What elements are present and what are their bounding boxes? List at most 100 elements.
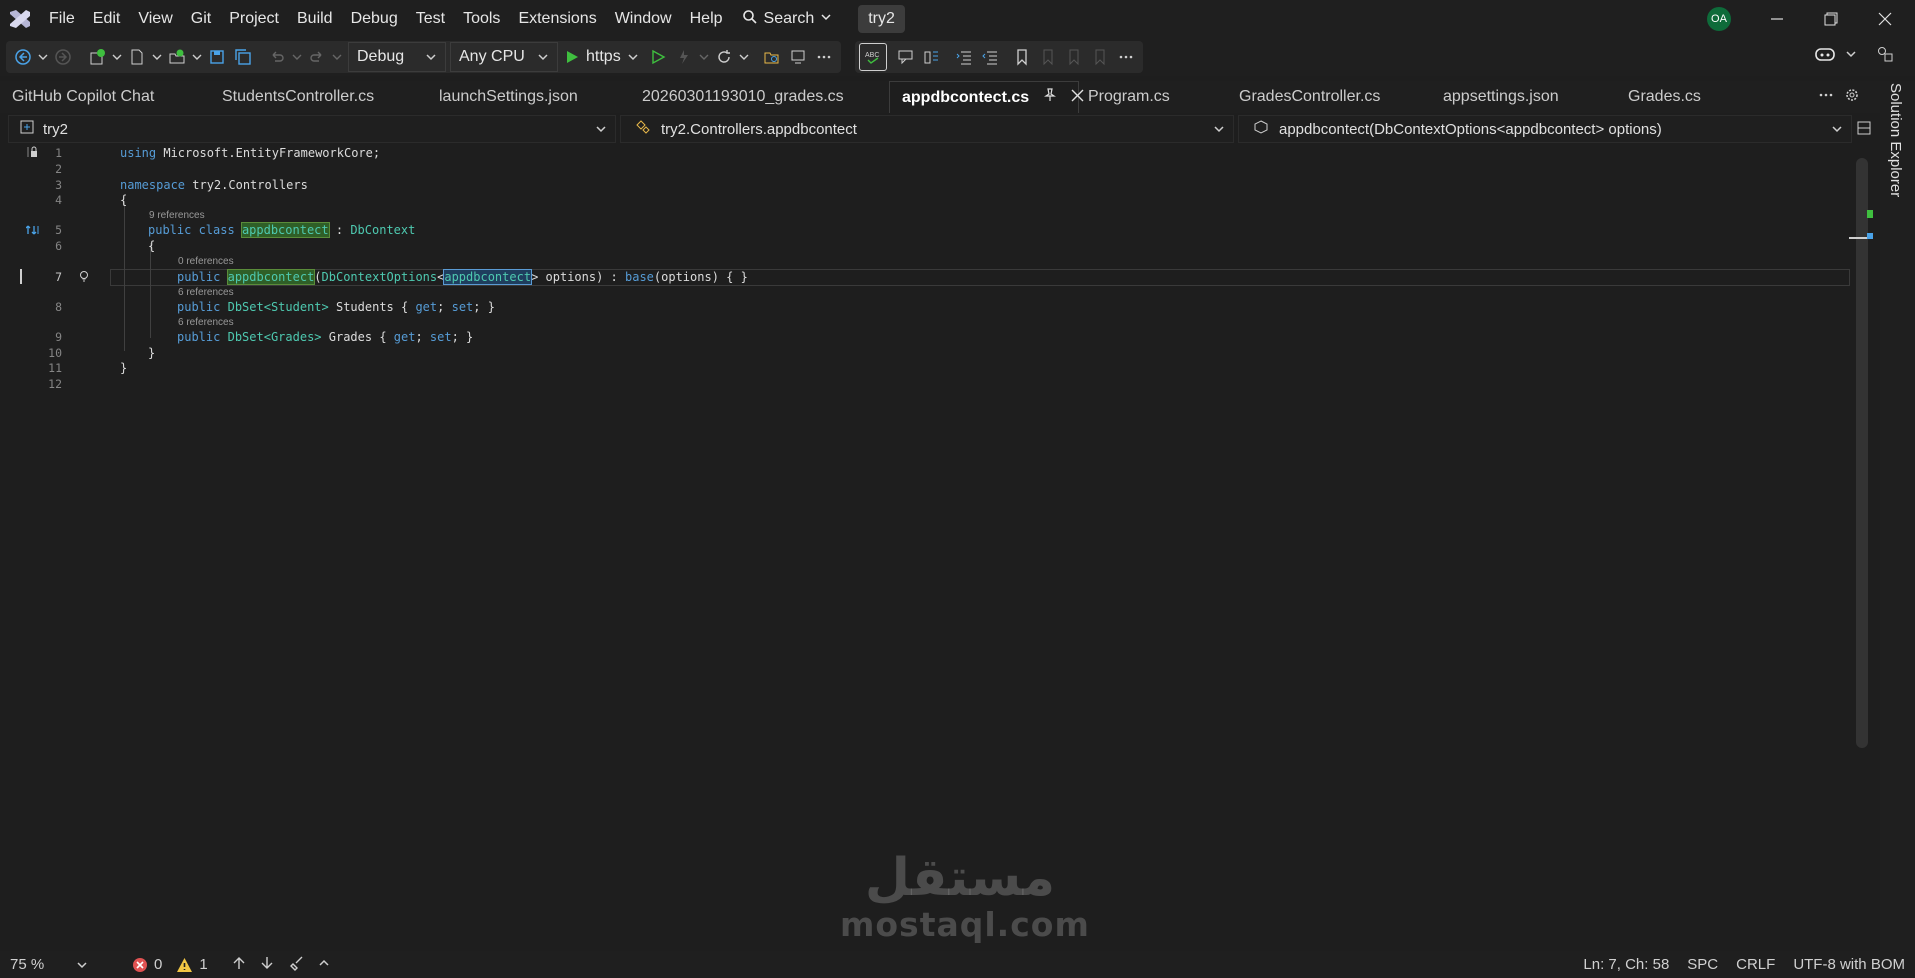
tab-program[interactable]: Program.cs xyxy=(1076,81,1182,113)
arrow-down-icon[interactable] xyxy=(260,956,274,974)
forward-icon[interactable] xyxy=(50,44,76,70)
menu-window[interactable]: Window xyxy=(606,0,681,38)
tab-launchsettings[interactable]: launchSettings.json xyxy=(427,81,590,113)
chevron-down-icon[interactable] xyxy=(1844,41,1858,67)
zoom-dropdown[interactable]: 75 % xyxy=(10,956,88,973)
menu-help[interactable]: Help xyxy=(681,0,732,38)
code-line-2: 2 xyxy=(0,162,1850,177)
chevron-down-icon[interactable] xyxy=(150,44,164,70)
find-in-files-icon[interactable] xyxy=(759,44,785,70)
new-project-icon[interactable] xyxy=(84,44,110,70)
project-dropdown[interactable]: try2 xyxy=(8,115,616,143)
split-editor-icon[interactable] xyxy=(1856,120,1872,140)
restore-icon[interactable] xyxy=(1808,0,1854,38)
save-all-icon[interactable] xyxy=(230,44,256,70)
tab-studentscontroller[interactable]: StudentsController.cs xyxy=(210,81,386,113)
codelens-references[interactable]: 9 references xyxy=(149,210,205,222)
menu-project[interactable]: Project xyxy=(220,0,288,38)
clear-bookmarks-icon[interactable] xyxy=(1087,44,1113,70)
chevron-down-icon[interactable] xyxy=(737,44,751,70)
tab-grades-migration[interactable]: 20260301193010_grades.cs xyxy=(630,81,856,113)
arrow-up-icon[interactable] xyxy=(232,956,246,974)
format-icon[interactable] xyxy=(919,44,945,70)
start-without-debug-icon[interactable] xyxy=(645,44,671,70)
copilot-icon[interactable] xyxy=(1812,41,1838,67)
hot-reload-icon[interactable] xyxy=(671,44,697,70)
refresh-icon[interactable] xyxy=(711,44,737,70)
spell-check-icon[interactable]: ABC xyxy=(858,43,887,71)
type-name: DbSet xyxy=(227,330,264,344)
platform-dropdown[interactable]: Any CPU xyxy=(450,42,558,72)
solution-explorer-tab[interactable]: Solution Explorer xyxy=(1887,83,1904,197)
menu-build[interactable]: Build xyxy=(288,0,342,38)
menu-git[interactable]: Git xyxy=(182,0,220,38)
gear-icon[interactable] xyxy=(1844,87,1860,107)
search-button[interactable]: Search xyxy=(732,9,843,30)
chevron-down-icon xyxy=(1831,122,1843,139)
back-icon[interactable] xyxy=(10,44,36,70)
tab-appdbcontect-active[interactable]: appdbcontect.cs xyxy=(889,81,1084,114)
screen-icon[interactable] xyxy=(785,44,811,70)
close-icon[interactable] xyxy=(1862,0,1908,38)
comment-icon[interactable] xyxy=(893,44,919,70)
member-dropdown[interactable]: appdbcontect(DbContextOptions<appdbconte… xyxy=(1238,115,1852,143)
codelens-references[interactable]: 0 references xyxy=(178,256,234,268)
toolbar-right xyxy=(1812,41,1898,67)
vertical-scrollbar[interactable] xyxy=(1856,158,1868,748)
more-icon[interactable] xyxy=(1818,87,1834,107)
prev-bookmark-icon[interactable] xyxy=(1035,44,1061,70)
chevron-down-icon[interactable] xyxy=(110,44,124,70)
configuration-dropdown[interactable]: Debug xyxy=(348,42,446,72)
run-button[interactable]: https xyxy=(558,48,645,66)
menu-file[interactable]: File xyxy=(40,0,84,38)
cursor-position[interactable]: Ln: 7, Ch: 58 xyxy=(1583,956,1669,973)
menu-edit[interactable]: Edit xyxy=(84,0,130,38)
outdent-icon[interactable] xyxy=(977,44,1003,70)
menu-tools[interactable]: Tools xyxy=(454,0,509,38)
more-icon[interactable] xyxy=(811,44,837,70)
indent-mode[interactable]: SPC xyxy=(1687,956,1718,973)
tab-gradescontroller[interactable]: GradesController.cs xyxy=(1227,81,1392,113)
indent-icon[interactable] xyxy=(951,44,977,70)
codelens-references[interactable]: 6 references xyxy=(178,317,234,329)
save-icon[interactable] xyxy=(204,44,230,70)
feedback-icon[interactable] xyxy=(1872,41,1898,67)
pin-icon[interactable] xyxy=(1043,82,1057,114)
code-line-10: 10} xyxy=(0,346,1850,361)
new-file-icon[interactable] xyxy=(124,44,150,70)
tab-github-copilot-chat[interactable]: GitHub Copilot Chat xyxy=(0,81,166,113)
add-item-icon[interactable] xyxy=(164,44,190,70)
codelens-references[interactable]: 6 references xyxy=(178,287,234,299)
minimize-icon[interactable] xyxy=(1754,0,1800,38)
code-cleanup-icon[interactable] xyxy=(289,955,306,975)
code-text: } xyxy=(148,346,156,360)
menu-view[interactable]: View xyxy=(129,0,181,38)
error-indicator[interactable]: 0 xyxy=(132,956,162,973)
next-bookmark-icon[interactable] xyxy=(1061,44,1087,70)
menu-extensions[interactable]: Extensions xyxy=(509,0,605,38)
more-icon[interactable] xyxy=(1113,44,1139,70)
tab-appsettings[interactable]: appsettings.json xyxy=(1431,81,1571,113)
error-count: 0 xyxy=(154,956,163,973)
menu-debug[interactable]: Debug xyxy=(342,0,407,38)
class-dropdown[interactable]: try2.Controllers.appdbcontect xyxy=(620,115,1234,143)
line-ending[interactable]: CRLF xyxy=(1736,956,1775,973)
chevron-down-icon[interactable] xyxy=(36,44,50,70)
watermark-arabic: مستقل xyxy=(864,848,1056,908)
solution-name-badge[interactable]: try2 xyxy=(858,5,905,33)
chevron-down-icon xyxy=(77,961,87,968)
bookmark-icon[interactable] xyxy=(1009,44,1035,70)
chevron-down-icon[interactable] xyxy=(290,44,304,70)
warning-indicator[interactable]: 1 xyxy=(176,956,208,973)
chevron-down-icon[interactable] xyxy=(330,44,344,70)
code-editor[interactable]: 1 using Microsoft.EntityFrameworkCore; 2 … xyxy=(0,143,1880,951)
tab-grades[interactable]: Grades.cs xyxy=(1616,81,1713,113)
chevron-down-icon[interactable] xyxy=(190,44,204,70)
redo-icon[interactable] xyxy=(304,44,330,70)
undo-icon[interactable] xyxy=(264,44,290,70)
chevron-up-icon[interactable] xyxy=(318,956,330,973)
file-encoding[interactable]: UTF-8 with BOM xyxy=(1793,956,1905,973)
chevron-down-icon[interactable] xyxy=(697,44,711,70)
user-avatar[interactable]: OA xyxy=(1707,7,1731,31)
menu-test[interactable]: Test xyxy=(407,0,454,38)
